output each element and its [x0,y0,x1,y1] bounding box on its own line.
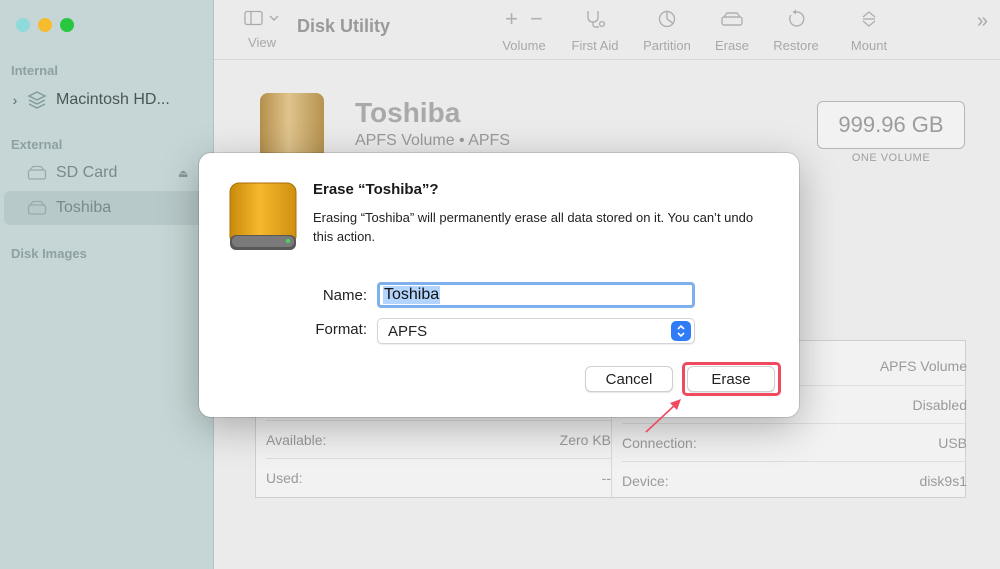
restore-icon [768,8,824,30]
capacity-box: 999.96 GB [817,101,965,149]
dialog-message: Erasing “Toshiba” will permanently erase… [313,210,754,244]
restore-button[interactable]: Restore [768,8,824,53]
zoom-window-button[interactable] [60,18,74,32]
window-title: Disk Utility [297,16,391,36]
sidebar-section-internal: Internal [11,63,58,78]
mount-icon [844,8,894,30]
chevron-up-down-icon[interactable] [671,321,691,341]
partition-button[interactable]: Partition [638,8,696,53]
erase-button-highlight [682,362,781,396]
layers-icon [26,89,48,111]
sidebar-section-disk-images: Disk Images [11,246,87,261]
format-select[interactable]: APFS [377,318,695,344]
sidebar-item-label: Macintosh HD... [56,91,170,108]
traffic-lights [16,18,74,32]
volume-name: Toshiba [355,97,461,128]
format-select-value: APFS [388,322,428,340]
erase-dialog: Erase “Toshiba”? Erasing “Toshiba” will … [199,153,799,417]
sidebar-item-label: Toshiba [56,199,112,216]
sidebar-item-label: SD Card [56,164,118,181]
more-toolbar-items-icon[interactable]: » [977,10,988,33]
external-drive-icon [227,181,299,253]
sidebar-item-sd-card[interactable]: SD Card ⏏ [4,156,206,190]
cancel-button[interactable]: Cancel [585,366,673,392]
sidebar-item-macintosh-hd[interactable]: › Macintosh HD... [4,83,206,117]
first-aid-button[interactable]: First Aid [566,8,624,53]
name-label: Name: [322,287,367,304]
volume-type: APFS Volume • APFS [355,132,510,149]
view-button[interactable]: View [238,10,286,50]
add-remove-volume-icon: + − [505,6,543,31]
dialog-title: Erase “Toshiba”? [313,181,439,198]
format-label: Format: [315,321,367,338]
info-row-device: Device: disk9s1 [622,461,967,499]
name-input[interactable]: Toshiba [377,282,695,308]
sidebar-section-external: External [11,137,63,152]
name-input-value: Toshiba [383,286,441,304]
sidebar-item-toshiba[interactable]: Toshiba [4,191,206,225]
toolbar: View Disk Utility + − Volume First Aid Pa… [214,0,1000,60]
eraser-drive-icon [710,8,754,30]
external-drive-icon [26,162,48,184]
minimize-window-button[interactable] [38,18,52,32]
erase-toolbar-button[interactable]: Erase [710,8,754,53]
sidebar-toggle-icon [244,10,280,30]
chevron-right-icon[interactable]: › [8,92,22,108]
sidebar: Internal › Macintosh HD... External SD C… [0,0,214,569]
info-row-used: Used: -- [266,458,611,496]
mount-button[interactable]: Mount [844,8,894,53]
view-label: View [248,35,276,50]
close-window-button[interactable] [16,18,30,32]
eject-icon[interactable]: ⏏ [178,167,192,180]
capacity-subtitle: ONE VOLUME [851,152,931,164]
info-row-connection: Connection: USB [622,423,967,461]
stethoscope-icon [566,8,624,30]
pie-icon [638,8,696,30]
external-drive-icon [26,197,48,219]
info-row-available: Available: Zero KB [266,420,611,458]
volume-button[interactable]: + − Volume [496,6,552,53]
